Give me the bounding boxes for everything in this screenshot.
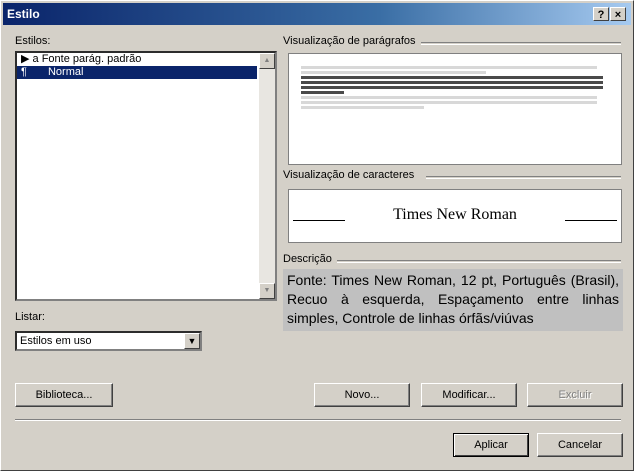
group-divider bbox=[421, 42, 621, 45]
style-item-normal[interactable]: ¶ Normal bbox=[17, 66, 257, 79]
separator bbox=[15, 419, 621, 421]
character-sample: Times New Roman bbox=[393, 206, 517, 223]
style-item-label: Normal bbox=[47, 66, 84, 78]
description-label: Descrição bbox=[283, 253, 332, 265]
new-button[interactable]: Novo... bbox=[314, 383, 410, 407]
group-divider bbox=[426, 176, 621, 179]
character-preview-label: Visualização de caracteres bbox=[283, 169, 415, 181]
styles-label: Estilos: bbox=[15, 35, 51, 47]
list-filter-label: Listar: bbox=[15, 311, 45, 323]
scroll-up-button[interactable]: ▲ bbox=[259, 53, 275, 69]
description-text: Fonte: Times New Roman, 12 pt, Português… bbox=[283, 269, 623, 331]
list-filter-value: Estilos em uso bbox=[20, 335, 92, 347]
title-bar: Estilo ? × bbox=[3, 3, 631, 25]
paragraph-preview bbox=[288, 53, 622, 165]
styles-listbox[interactable]: ▶ a Fonte parág. padrão ¶ Normal ▲ ▼ bbox=[15, 51, 277, 301]
window-title: Estilo bbox=[7, 7, 40, 21]
character-style-icon: ▶ a bbox=[21, 53, 39, 65]
character-preview: Times New Roman bbox=[288, 189, 622, 243]
list-filter-select[interactable]: Estilos em uso ▼ bbox=[15, 331, 202, 351]
scroll-down-button[interactable]: ▼ bbox=[259, 283, 275, 299]
style-item-default-font[interactable]: ▶ a Fonte parág. padrão bbox=[17, 53, 275, 66]
group-divider bbox=[337, 260, 621, 263]
modify-button[interactable]: Modificar... bbox=[421, 383, 517, 407]
style-dialog: Estilo ? × Estilos: ▶ a Fonte parág. pad… bbox=[0, 0, 634, 471]
apply-button[interactable]: Aplicar bbox=[453, 433, 529, 457]
delete-button[interactable]: Excluir bbox=[527, 383, 623, 407]
cancel-button[interactable]: Cancelar bbox=[537, 433, 623, 457]
help-button[interactable]: ? bbox=[593, 7, 609, 21]
styles-scrollbar[interactable]: ▲ ▼ bbox=[259, 53, 275, 299]
style-item-label: Fonte parág. padrão bbox=[41, 53, 142, 65]
paragraph-style-icon: ¶ bbox=[21, 66, 27, 78]
chevron-down-icon[interactable]: ▼ bbox=[184, 333, 200, 349]
library-button[interactable]: Biblioteca... bbox=[15, 383, 113, 407]
close-button[interactable]: × bbox=[610, 7, 626, 21]
paragraph-preview-label: Visualização de parágrafos bbox=[283, 35, 416, 47]
